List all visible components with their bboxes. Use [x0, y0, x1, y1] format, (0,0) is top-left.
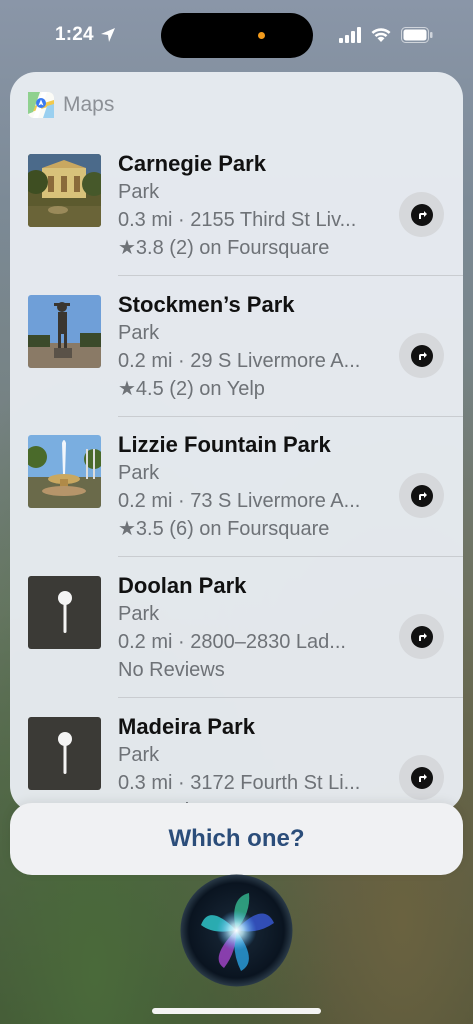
result-item[interactable]: Carnegie Park Park 0.3 mi · 2155 Third S…	[10, 144, 463, 284]
divider	[118, 416, 463, 417]
directions-arrow-icon	[418, 491, 427, 500]
park-photo-thumbnail	[28, 154, 101, 227]
pin-thumbnail	[28, 717, 101, 790]
result-category: Park	[118, 603, 160, 625]
result-title: Doolan Park	[118, 573, 247, 598]
card-header: Maps	[28, 90, 114, 120]
wifi-icon	[371, 28, 391, 42]
battery-icon	[401, 27, 433, 43]
siri-orb-icon[interactable]	[179, 873, 294, 988]
divider	[118, 697, 463, 698]
directions-arrow-icon	[418, 210, 427, 219]
directions-button[interactable]	[399, 614, 444, 659]
divider	[118, 556, 463, 557]
status-bar: 1:24	[0, 0, 473, 70]
cellular-signal-icon	[339, 27, 361, 43]
directions-button[interactable]	[399, 192, 444, 237]
directions-arrow-icon	[418, 773, 427, 782]
result-distance-address: 0.2 mi · 73 S Livermore A...	[118, 490, 361, 512]
status-time: 1:24	[55, 24, 94, 45]
result-title: Stockmen’s Park	[118, 292, 295, 317]
privacy-indicator-dot	[258, 32, 265, 39]
directions-button[interactable]	[399, 473, 444, 518]
result-item[interactable]: Madeira Park Park 0.3 mi · 3172 Fourth S…	[10, 707, 463, 812]
result-distance-address: 0.3 mi · 2155 Third St Liv...	[118, 209, 357, 231]
result-item[interactable]: Doolan Park Park 0.2 mi · 2800–2830 Lad.…	[10, 566, 463, 706]
siri-prompt-bubble: Which one?	[10, 803, 463, 875]
fountain-photo-icon	[28, 435, 101, 508]
pin-icon	[58, 732, 72, 774]
statue-photo-thumbnail	[28, 295, 101, 368]
directions-arrow-icon	[418, 351, 427, 360]
result-distance-address: 0.2 mi · 29 S Livermore A...	[118, 350, 361, 372]
result-rating: ★3.5 (6) on Foursquare	[118, 518, 330, 540]
siri-prompt-text: Which one?	[168, 825, 305, 852]
directions-button[interactable]	[399, 333, 444, 378]
result-category: Park	[118, 322, 160, 344]
divider	[118, 275, 463, 276]
park-photo-icon	[28, 154, 101, 227]
directions-arrow-icon	[418, 632, 427, 641]
result-rating: No Reviews	[118, 659, 225, 681]
result-title: Carnegie Park	[118, 151, 266, 176]
result-category: Park	[118, 181, 160, 203]
location-arrow-icon	[101, 28, 115, 42]
result-item[interactable]: Lizzie Fountain Park Park 0.2 mi · 73 S …	[10, 425, 463, 565]
result-item[interactable]: Stockmen’s Park Park 0.2 mi · 29 S Liver…	[10, 285, 463, 425]
app-name: Maps	[63, 93, 115, 116]
result-distance-address: 0.2 mi · 2800–2830 Lad...	[118, 631, 346, 653]
maps-app-icon	[28, 92, 54, 118]
result-category: Park	[118, 744, 160, 766]
result-title: Lizzie Fountain Park	[118, 432, 331, 457]
pin-icon	[58, 591, 72, 633]
directions-button[interactable]	[399, 755, 444, 800]
result-distance-address: 0.3 mi · 3172 Fourth St Li...	[118, 772, 361, 794]
maps-results-card: Maps Carnegie Park Park 0.3 mi · 2155 Th…	[10, 72, 463, 812]
pin-thumbnail	[28, 576, 101, 649]
result-title: Madeira Park	[118, 714, 255, 739]
result-rating: ★3.8 (2) on Foursquare	[118, 237, 330, 259]
dynamic-island	[161, 13, 313, 58]
home-indicator[interactable]	[152, 1008, 321, 1014]
result-category: Park	[118, 462, 160, 484]
result-rating: ★4.5 (2) on Yelp	[118, 378, 265, 400]
statue-photo-icon	[28, 295, 101, 368]
fountain-photo-thumbnail	[28, 435, 101, 508]
